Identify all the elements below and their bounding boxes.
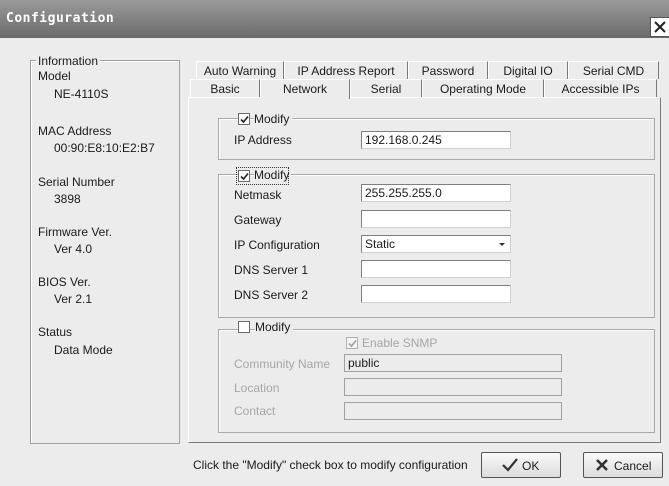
window-title: Configuration — [6, 11, 115, 26]
configuration-window: Configuration Information Model NE-4110S… — [0, 0, 669, 486]
tab-ip-address-report[interactable]: IP Address Report — [284, 61, 408, 79]
modify-ip-label: Modify — [254, 112, 293, 126]
status-hint: Click the "Modify" check box to modify c… — [193, 458, 468, 472]
tab-basic[interactable]: Basic — [190, 79, 260, 97]
modify-snmp-checkbox[interactable] — [238, 321, 250, 333]
ip-configuration-select[interactable]: Static — [361, 235, 511, 253]
ok-button[interactable]: OK — [481, 452, 561, 478]
status-label: Status — [38, 325, 73, 339]
tab-auto-warning[interactable]: Auto Warning — [196, 61, 284, 79]
mac-address-value: 00:90:E8:10:E2:B7 — [54, 141, 155, 155]
gateway-input[interactable] — [361, 210, 511, 228]
dns-server-1-label: DNS Server 1 — [234, 263, 309, 277]
serial-number-value: 3898 — [54, 192, 81, 206]
location-input[interactable] — [344, 378, 562, 396]
gateway-label: Gateway — [234, 213, 282, 227]
bios-version-value: Ver 2.1 — [54, 292, 93, 306]
ip-configuration-value: Static — [365, 237, 396, 251]
tab-accessible-ips[interactable]: Accessible IPs — [544, 79, 657, 97]
x-icon — [596, 459, 608, 471]
information-group — [30, 60, 180, 444]
tab-password[interactable]: Password — [408, 61, 488, 79]
location-label: Location — [234, 381, 280, 395]
dns-server-1-input[interactable] — [361, 260, 511, 278]
tab-serial-cmd[interactable]: Serial CMD — [568, 61, 659, 79]
contact-label: Contact — [234, 404, 276, 418]
community-name-label: Community Name — [234, 357, 331, 371]
model-label: Model — [38, 69, 71, 83]
tab-serial[interactable]: Serial — [350, 79, 422, 97]
tab-row-back: Auto Warning IP Address Report Password … — [192, 61, 661, 79]
cancel-button[interactable]: Cancel — [583, 452, 663, 478]
modify-ip-checkbox[interactable] — [238, 113, 250, 125]
chevron-down-icon — [499, 243, 505, 246]
ip-address-input[interactable]: 192.168.0.245 — [361, 131, 511, 149]
enable-snmp-label: Enable SNMP — [362, 336, 438, 350]
tab-operating-mode[interactable]: Operating Mode — [422, 79, 544, 97]
ok-label: OK — [522, 459, 540, 473]
model-value: NE-4110S — [54, 87, 109, 101]
netmask-input[interactable]: 255.255.255.0 — [361, 184, 511, 202]
ip-address-label: IP Address — [234, 133, 292, 147]
checkmark-icon — [502, 458, 518, 472]
modify-snmp-label: Modify — [255, 320, 294, 334]
cancel-label: Cancel — [614, 459, 652, 473]
community-name-input[interactable]: public — [344, 354, 562, 372]
title-bar: Configuration — [0, 0, 669, 38]
contact-input[interactable] — [344, 402, 562, 420]
dns-server-2-label: DNS Server 2 — [234, 288, 309, 302]
status-value: Data Mode — [54, 343, 113, 357]
checkmark-icon — [348, 339, 357, 348]
mac-address-label: MAC Address — [38, 124, 112, 138]
close-button[interactable] — [650, 17, 669, 37]
focus-rectangle — [236, 167, 289, 185]
serial-number-label: Serial Number — [38, 175, 115, 189]
dns-server-2-input[interactable] — [361, 285, 511, 303]
information-group-label: Information — [36, 54, 101, 68]
ip-configuration-label: IP Configuration — [234, 238, 320, 252]
bios-version-label: BIOS Ver. — [38, 275, 91, 289]
tab-network[interactable]: Network — [260, 79, 350, 99]
enable-snmp-checkbox[interactable] — [346, 337, 358, 349]
netmask-label: Netmask — [234, 188, 282, 202]
firmware-version-value: Ver 4.0 — [54, 242, 93, 256]
tab-digital-io[interactable]: Digital IO — [488, 61, 568, 79]
firmware-version-label: Firmware Ver. — [38, 225, 113, 239]
close-icon — [654, 21, 666, 33]
checkmark-icon — [240, 115, 249, 124]
tab-row-front: Basic Network Serial Operating Mode Acce… — [188, 79, 661, 99]
